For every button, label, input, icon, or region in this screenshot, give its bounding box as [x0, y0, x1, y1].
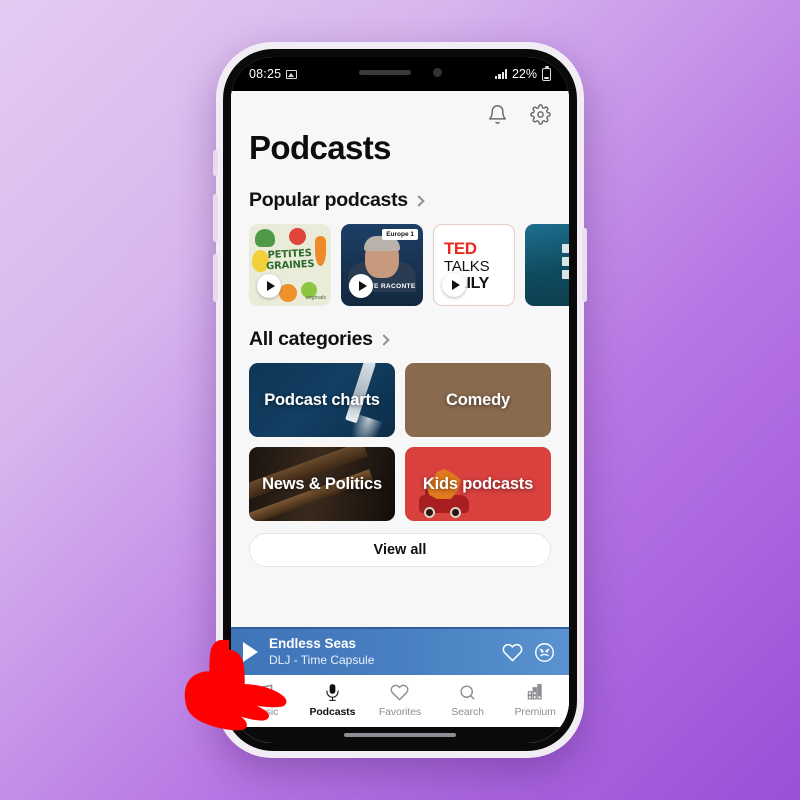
play-icon[interactable] [243, 642, 258, 662]
magnifier-icon [458, 683, 477, 703]
nav-item-search[interactable]: Search [434, 683, 502, 718]
cover-art-graphic [562, 243, 569, 283]
battery-icon [542, 65, 551, 81]
now-playing-meta: Endless Seas DLJ - Time Capsule [269, 636, 491, 668]
app-container: Podcasts Popular podcasts PETITES GRAINE… [231, 91, 569, 743]
status-bar-right: 22% [495, 65, 551, 81]
category-label: Podcast charts [264, 390, 380, 409]
nav-label-premium: Premium [514, 705, 556, 718]
popular-podcasts-row[interactable]: PETITES GRAINES originals Europe 1 H...OT… [231, 212, 569, 306]
home-indicator[interactable] [344, 733, 456, 737]
category-label: Kids podcasts [422, 474, 534, 493]
category-label: News & Politics [262, 474, 382, 493]
status-bar: 08:25 22% [231, 57, 569, 91]
view-all-wrapper: View all [231, 521, 569, 567]
bottom-navigation: Music Podcasts Favorites Search Premium [231, 675, 569, 727]
bell-icon[interactable] [487, 104, 508, 125]
category-tile-comedy[interactable]: Comedy [405, 362, 551, 437]
play-icon[interactable] [349, 273, 373, 298]
section-title: All categories [249, 327, 373, 350]
music-note-icon [255, 683, 274, 703]
front-camera [432, 67, 442, 77]
gear-icon[interactable] [530, 103, 551, 125]
equalizer-icon [526, 683, 545, 703]
category-grid: Podcast charts Comedy News & Politics Ki… [231, 351, 569, 521]
status-time: 08:25 [249, 67, 282, 81]
phone-device-frame: 08:25 22% Podcasts Popular podcasts PETI… [213, 42, 587, 758]
podcast-card-europe1[interactable]: Europe 1 H...OTTE RACONTE [341, 223, 423, 306]
status-bar-left: 08:25 [249, 67, 298, 81]
nav-item-music[interactable]: Music [231, 683, 299, 718]
heart-outline-icon[interactable] [502, 642, 523, 663]
scroll-content[interactable]: Podcasts Popular podcasts PETITES GRAINE… [231, 91, 569, 627]
volume-up-button[interactable] [213, 194, 218, 242]
nav-label-search: Search [451, 705, 484, 718]
earpiece-speaker [358, 69, 411, 75]
app-header: Podcasts [231, 91, 569, 167]
category-tile-podcast-charts[interactable]: Podcast charts [249, 362, 395, 437]
nav-label-favorites: Favorites [378, 705, 422, 718]
heart-outline-icon [390, 683, 409, 703]
popular-podcasts-header[interactable]: Popular podcasts [231, 189, 569, 212]
chevron-right-icon [378, 334, 390, 346]
chevron-right-icon [413, 195, 425, 207]
orange-graphic [279, 283, 297, 302]
category-tile-kids-podcasts[interactable]: Kids podcasts [405, 446, 551, 521]
home-indicator-area [231, 727, 569, 743]
apple-graphic [289, 227, 306, 245]
now-playing-bar[interactable]: Endless Seas DLJ - Time Capsule [231, 627, 569, 675]
silent-switch[interactable] [213, 150, 218, 176]
notch [325, 57, 475, 87]
podcast-card-petites-graines[interactable]: PETITES GRAINES originals [249, 223, 331, 306]
all-categories-header[interactable]: All categories [231, 328, 569, 351]
page-title: Podcasts [249, 129, 392, 166]
originals-label: originals [305, 294, 326, 301]
signal-bars-icon [495, 69, 507, 79]
europe1-badge: Europe 1 [382, 228, 418, 240]
angry-face-icon[interactable] [534, 642, 555, 663]
nav-label-music: Music [251, 705, 279, 718]
category-tile-news-politics[interactable]: News & Politics [249, 446, 395, 521]
image-icon [286, 69, 298, 79]
podcast-card-teal[interactable] [525, 223, 569, 306]
play-icon[interactable] [257, 273, 281, 298]
play-icon[interactable] [442, 272, 466, 297]
battery-percent: 22% [511, 67, 537, 81]
view-all-button[interactable]: View all [249, 532, 551, 567]
section-title: Popular podcasts [249, 188, 408, 211]
now-playing-subtitle: DLJ - Time Capsule [269, 652, 375, 667]
nav-item-podcasts[interactable]: Podcasts [299, 683, 367, 718]
microphone-icon [323, 683, 342, 703]
phone-screen: 08:25 22% Podcasts Popular podcasts PETI… [231, 57, 569, 743]
ted-wordmark: TED [444, 238, 477, 258]
power-button[interactable] [582, 228, 587, 302]
now-playing-title: Endless Seas [269, 635, 357, 651]
podcast-card-ted-talks-daily[interactable]: TED TALKS DAILY [433, 223, 515, 306]
broccoli-graphic [255, 228, 275, 247]
category-label: Comedy [446, 390, 510, 409]
podcast-card-title: PETITES GRAINES [265, 247, 315, 272]
nav-item-premium[interactable]: Premium [501, 683, 569, 718]
header-actions [249, 101, 551, 127]
volume-down-button[interactable] [213, 254, 218, 302]
nav-label-podcasts: Podcasts [309, 705, 356, 718]
nav-item-favorites[interactable]: Favorites [366, 683, 434, 718]
